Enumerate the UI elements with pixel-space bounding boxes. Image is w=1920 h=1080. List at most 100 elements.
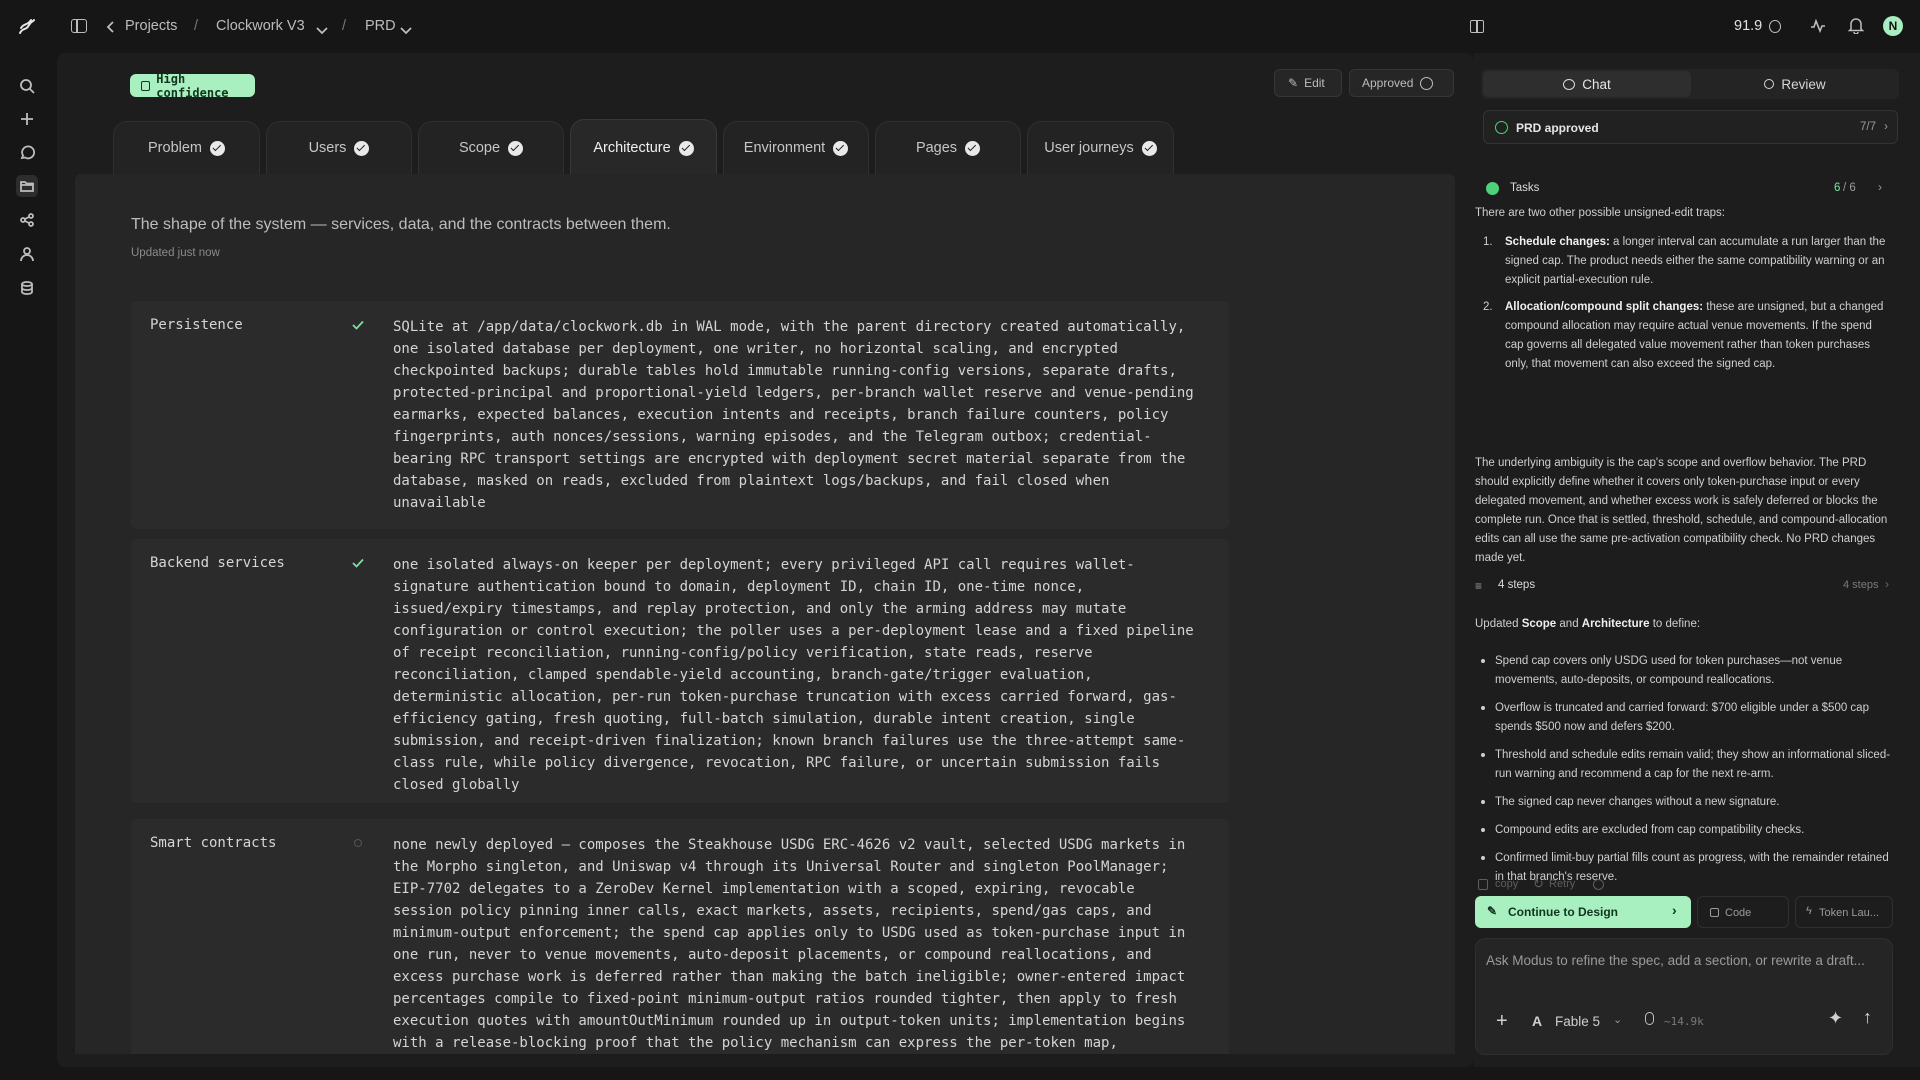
tab-architecture[interactable]: Architecture xyxy=(570,119,717,176)
tab-user-journeys[interactable]: User journeys xyxy=(1027,121,1174,174)
row-label: Backend services xyxy=(150,555,285,571)
avatar-initial: N xyxy=(1888,19,1898,33)
message-actions: copy ↻ Retry xyxy=(1475,876,1893,893)
retry-icon[interactable]: ↻ xyxy=(1533,876,1544,892)
bell-icon[interactable] xyxy=(1847,17,1865,35)
updated-text: Updated xyxy=(1475,618,1522,630)
app-logo[interactable] xyxy=(17,17,37,37)
check-icon xyxy=(965,140,981,156)
code-icon xyxy=(1710,908,1719,917)
architecture-row-backend-services: Backend services one isolated always-on … xyxy=(131,539,1229,803)
tab-problem[interactable]: Problem xyxy=(113,121,260,174)
item-title: Allocation/compound split changes: xyxy=(1505,301,1704,313)
approved-button[interactable]: Approved xyxy=(1349,69,1454,97)
avatar[interactable]: N xyxy=(1883,16,1903,36)
chevron-right-icon: › xyxy=(1672,902,1677,918)
tab-label: Pages xyxy=(915,140,958,156)
prd-document-panel: High confidence ✎ Edit Approved Problem … xyxy=(57,53,1473,1067)
list-item: 1. Schedule changes: a longer interval ca… xyxy=(1475,233,1893,290)
continue-to-design-button[interactable]: ✎ Continue to Design › xyxy=(1475,896,1691,928)
search-icon[interactable] xyxy=(16,75,38,97)
microphone-icon[interactable] xyxy=(1645,1012,1654,1025)
steps-label: 4 steps xyxy=(1498,579,1536,591)
check-icon xyxy=(678,140,694,156)
row-text: one isolated always-on keeper per deploy… xyxy=(393,557,1194,793)
tasks-bar[interactable]: Tasks 6 / 6 › xyxy=(1475,177,1896,199)
info-icon[interactable] xyxy=(1593,879,1604,890)
send-arrow-icon[interactable]: ↑ xyxy=(1863,1007,1872,1028)
updated-suffix: to define: xyxy=(1649,618,1701,630)
chevron-right-icon: › xyxy=(1885,577,1889,591)
edit-button[interactable]: ✎ Edit xyxy=(1274,69,1342,97)
project-chevron-down-icon[interactable] xyxy=(316,22,328,35)
prd-status-bar[interactable]: PRD approved 7/7 › xyxy=(1483,110,1898,144)
list-item: 2. Allocation/compound split changes: the… xyxy=(1475,298,1893,374)
retry-button[interactable]: Retry xyxy=(1549,878,1575,890)
tab-environment[interactable]: Environment xyxy=(723,121,869,174)
thumbs-up-icon xyxy=(141,80,151,91)
token-launch-button[interactable]: ϟ Token Lau... xyxy=(1795,896,1893,928)
copy-button[interactable]: copy xyxy=(1495,878,1518,890)
pending-circle-icon xyxy=(354,839,362,847)
chat-bubble-icon[interactable] xyxy=(16,142,38,164)
list-lines-icon: ≡ xyxy=(1475,579,1483,593)
model-selector[interactable]: Fable 5 xyxy=(1555,1014,1600,1029)
tab-users[interactable]: Users xyxy=(266,121,412,174)
plus-icon[interactable] xyxy=(16,108,38,130)
prd-status-label: PRD approved xyxy=(1516,121,1599,135)
tab-chat[interactable]: Chat xyxy=(1483,71,1691,97)
token-estimate: ~14.9k xyxy=(1664,1015,1704,1028)
list-item: Spend cap covers only USDG used for toke… xyxy=(1475,652,1893,690)
tab-review[interactable]: Review xyxy=(1693,71,1897,97)
panel-toggle-icon[interactable] xyxy=(1470,20,1484,33)
chat-composer: Ask Modus to refine the spec, add a sect… xyxy=(1475,938,1893,1055)
check-circle-icon xyxy=(1495,121,1508,134)
sparkle-icon[interactable]: ✦ xyxy=(1828,1008,1843,1029)
confidence-label: High confidence xyxy=(156,71,229,100)
approved-label: Approved xyxy=(1362,76,1414,90)
left-rail xyxy=(0,53,56,1080)
database-icon[interactable] xyxy=(16,277,38,299)
chat-bubble-icon xyxy=(1563,78,1576,90)
breadcrumb-project[interactable]: Clockwork V3 xyxy=(216,18,305,34)
check-circle-icon xyxy=(1420,76,1434,90)
add-attachment-icon[interactable]: + xyxy=(1496,1011,1508,1031)
check-icon xyxy=(352,558,364,568)
sidebar-toggle-icon[interactable] xyxy=(71,19,87,33)
row-text: none newly deployed — composes the Steak… xyxy=(393,837,1186,1051)
changes-list: Spend cap covers only USDG used for toke… xyxy=(1475,652,1893,894)
breadcrumb-doc[interactable]: PRD xyxy=(365,18,396,34)
review-tab-label: Review xyxy=(1781,76,1826,92)
breadcrumb-projects[interactable]: Projects xyxy=(125,18,177,34)
top-bar: Projects / Clockwork V3 / PRD 91.9 N xyxy=(0,0,1920,53)
bolt-icon: ϟ xyxy=(1806,905,1812,917)
activity-icon[interactable] xyxy=(1810,18,1826,34)
panel-tabs: Chat Review xyxy=(1481,69,1899,99)
copy-icon[interactable] xyxy=(1478,879,1488,890)
updated-line: Updated Scope and Architecture to define… xyxy=(1475,615,1893,634)
user-icon[interactable] xyxy=(16,243,38,265)
share-nodes-icon[interactable] xyxy=(16,209,38,231)
credits-value: 91.9 xyxy=(1734,18,1763,34)
tab-scope[interactable]: Scope xyxy=(418,121,564,174)
steps-row[interactable]: ≡ 4 steps 4 steps › xyxy=(1475,576,1893,596)
folder-icon[interactable] xyxy=(16,175,38,197)
chat-paragraph: The underlying ambiguity is the cap's sc… xyxy=(1475,457,1888,564)
check-circle-icon xyxy=(1486,182,1499,195)
chat-log: There are two other possible unsigned-ed… xyxy=(1475,204,1893,894)
back-chevron-icon[interactable] xyxy=(106,20,115,33)
lightning-icon: ✎ xyxy=(1487,904,1498,918)
tasks-total: / 6 xyxy=(1843,182,1856,194)
token-label: Token Lau... xyxy=(1819,907,1879,919)
chat-input[interactable]: Ask Modus to refine the spec, add a sect… xyxy=(1486,951,1876,971)
tab-pages[interactable]: Pages xyxy=(875,121,1021,174)
doc-chevron-down-icon[interactable] xyxy=(400,22,412,35)
code-button[interactable]: Code xyxy=(1697,896,1789,928)
check-icon xyxy=(354,140,370,156)
prd-status-count: 7/7 xyxy=(1860,121,1876,133)
item-title: Schedule changes: xyxy=(1505,236,1610,248)
updated-scope: Scope xyxy=(1521,618,1557,630)
tab-label: User journeys xyxy=(1044,140,1134,156)
chevron-down-icon[interactable]: ⌄ xyxy=(1613,1013,1622,1026)
tab-label: Users xyxy=(308,140,347,156)
